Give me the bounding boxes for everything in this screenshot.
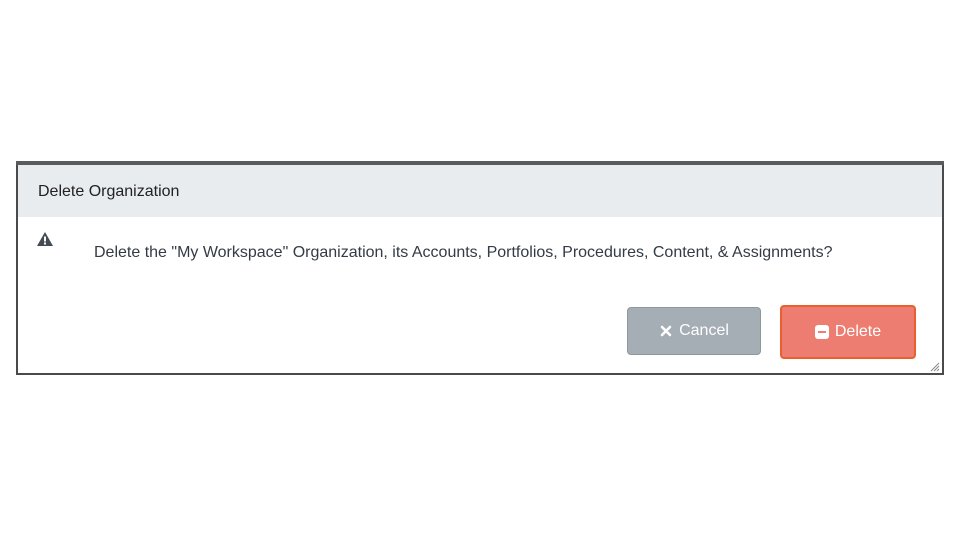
dialog-header: Delete Organization [18,165,942,217]
close-icon [659,324,673,338]
cancel-button[interactable]: Cancel [627,307,761,355]
delete-organization-dialog: Delete Organization Delete the "My Works… [16,165,944,375]
dialog-title: Delete Organization [38,183,180,200]
delete-button[interactable]: Delete [780,305,916,359]
resize-grip-icon[interactable] [928,359,940,372]
minus-square-icon [814,325,829,339]
delete-button-label: Delete [834,323,882,340]
dialog-message: Delete the "My Workspace" Organization, … [94,244,833,261]
cancel-button-label: Cancel [679,322,729,339]
warning-icon [36,231,54,247]
